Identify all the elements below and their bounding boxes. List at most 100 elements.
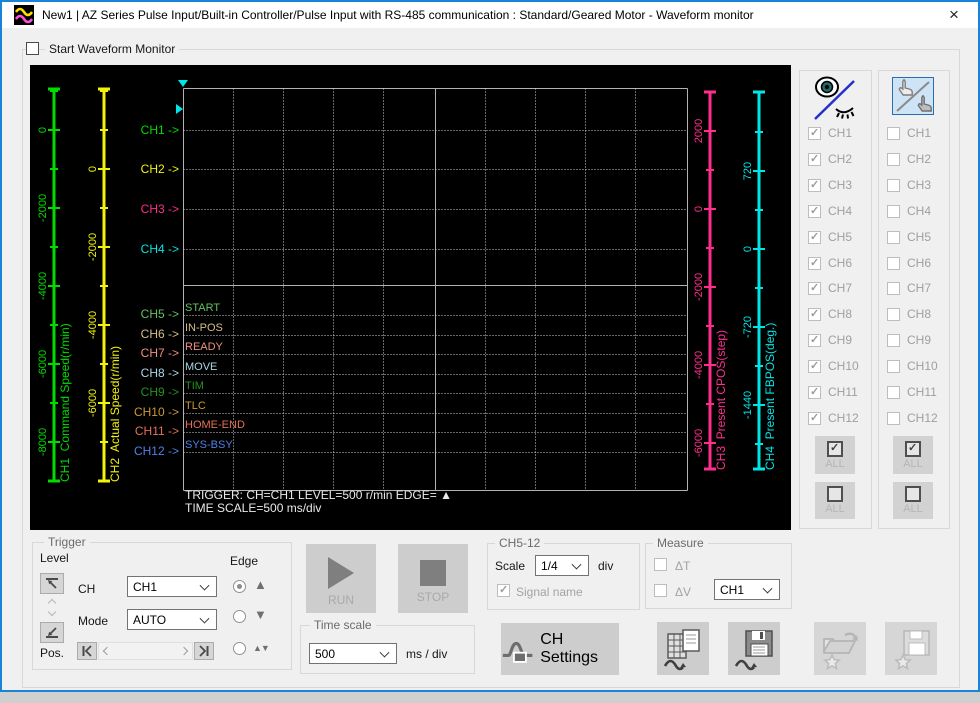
axis-tick-label: -1440: [742, 375, 754, 435]
signal-name-label: HOME-END: [185, 419, 245, 431]
axis-tick-label: -4000: [87, 295, 99, 355]
channel-checkbox[interactable]: [887, 308, 900, 321]
level-min-button[interactable]: [40, 622, 64, 643]
signal-name-label: IN-POS: [185, 322, 223, 334]
close-icon: ×: [949, 5, 959, 25]
chevron-down-icon: [200, 613, 210, 623]
channel-checkbox[interactable]: [887, 386, 900, 399]
axis-tick-label: -4000: [693, 335, 705, 395]
show-hide-eye-icon: [812, 73, 858, 123]
channel-label: CH12 ->: [113, 444, 179, 458]
edge-both-radio[interactable]: [233, 642, 246, 655]
save-settings-button[interactable]: [885, 622, 937, 675]
channel-checkbox[interactable]: [887, 257, 900, 270]
measure-channel-select[interactable]: CH1: [714, 579, 780, 600]
channel-label: CH10 ->: [113, 405, 179, 419]
channel-checkbox[interactable]: [887, 282, 900, 295]
channel-checkbox[interactable]: [887, 334, 900, 347]
channel-checkbox[interactable]: [887, 179, 900, 192]
start-waveform-monitor-checkbox[interactable]: [26, 42, 39, 55]
level-max-button[interactable]: [40, 573, 64, 594]
axis-title: CH1 Command Speed(r/min): [59, 88, 72, 482]
channel-checkbox[interactable]: [808, 127, 821, 140]
channel-checkbox[interactable]: [887, 412, 900, 425]
time-scale-caption: Time scale: [310, 619, 376, 631]
trigger-level-marker[interactable]: [176, 104, 183, 114]
signal-name-label: START: [185, 302, 220, 314]
channel-checkbox-label: CH11: [828, 386, 858, 399]
run-button[interactable]: RUN: [306, 544, 376, 613]
delta-t-checkbox[interactable]: [654, 558, 667, 571]
trigger-channel-select[interactable]: CH1: [127, 576, 217, 597]
axis-title: CH3 Present CPOS(step): [715, 91, 728, 470]
measure-caption: Measure: [653, 537, 708, 549]
chevron-down-icon: [572, 559, 582, 569]
ch-settings-button[interactable]: CH Settings: [501, 623, 619, 675]
axis-tick-label: -2000: [37, 178, 49, 238]
ch5-12-scale-select[interactable]: 1/4: [535, 555, 589, 576]
scroll-left-icon[interactable]: [102, 648, 108, 654]
chevron-down-icon: [200, 580, 210, 590]
channel-checkbox[interactable]: [808, 412, 821, 425]
visibility-uncheck-all-button[interactable]: ALL: [815, 482, 855, 519]
hand-drag-icon: [893, 78, 933, 114]
scroll-right-icon[interactable]: [181, 648, 187, 654]
ch5-12-caption: CH5-12: [495, 537, 544, 549]
channel-checkbox[interactable]: [808, 334, 821, 347]
channel-checkbox[interactable]: [887, 231, 900, 244]
edge-rising-radio[interactable]: [233, 580, 246, 593]
signal-name-checkbox[interactable]: [497, 584, 510, 597]
channel-label: CH5 ->: [113, 307, 179, 321]
channel-checkbox[interactable]: [887, 205, 900, 218]
axis-tick-label: -2000: [87, 217, 99, 277]
channel-drag-panel: ALL ALL CH1CH2CH3CH4CH5CH6CH7CH8CH9CH10C…: [878, 70, 950, 529]
stop-button[interactable]: STOP: [398, 544, 468, 613]
axis-tick-label: -720: [742, 297, 754, 357]
copy-waveform-data-button[interactable]: [657, 622, 709, 675]
channel-checkbox[interactable]: [808, 386, 821, 399]
pos-end-button[interactable]: [194, 642, 214, 660]
channel-checkbox[interactable]: [808, 360, 821, 373]
channel-checkbox[interactable]: [808, 282, 821, 295]
drag-mode-toggle-button[interactable]: [892, 77, 934, 115]
load-settings-button[interactable]: [814, 622, 866, 675]
channel-checkbox[interactable]: [808, 179, 821, 192]
ch5-12-scale-label: Scale: [495, 559, 525, 573]
unchecked-box-icon: [905, 486, 921, 502]
edge-falling-radio[interactable]: [233, 610, 246, 623]
drag-check-all-button[interactable]: ALL: [893, 436, 933, 474]
channel-checkbox[interactable]: [808, 205, 821, 218]
channel-checkbox-label: CH4: [907, 205, 931, 218]
axis-title: CH2 Actual Speed(r/min): [109, 88, 122, 482]
drag-uncheck-all-button[interactable]: ALL: [893, 482, 933, 519]
delta-v-checkbox[interactable]: [654, 584, 667, 597]
axis-title: CH4 Present FBPOS(deg.): [764, 91, 777, 470]
trigger-mode-select[interactable]: AUTO: [127, 609, 217, 630]
channel-checkbox[interactable]: [887, 127, 900, 140]
window-title: New1 | AZ Series Pulse Input/Built-in Co…: [42, 8, 754, 22]
edge-falling-icon: ▼: [254, 608, 267, 622]
level-down-spinner[interactable]: [48, 609, 56, 617]
axis-tick-label: -4000: [37, 256, 49, 316]
channel-checkbox[interactable]: [808, 308, 821, 321]
level-up-spinner[interactable]: [48, 598, 56, 606]
trigger-level-label: Level: [40, 551, 69, 565]
level-to-bottom-icon: [45, 626, 59, 639]
channel-label: CH2 ->: [113, 162, 179, 176]
channel-checkbox-label: CH8: [907, 308, 931, 321]
trigger-position-scrollbar[interactable]: [98, 642, 193, 660]
time-scale-select[interactable]: 500: [309, 643, 397, 664]
channel-checkbox[interactable]: [887, 360, 900, 373]
channel-checkbox[interactable]: [887, 153, 900, 166]
trigger-pos-label: Pos.: [40, 646, 64, 660]
save-waveform-data-button[interactable]: [728, 622, 780, 675]
trigger-position-marker[interactable]: [178, 80, 188, 87]
pos-home-button[interactable]: [77, 642, 97, 660]
close-button[interactable]: ×: [932, 2, 976, 28]
channel-checkbox[interactable]: [808, 153, 821, 166]
axis-tick-label: 0: [693, 179, 705, 239]
channel-checkbox[interactable]: [808, 257, 821, 270]
channel-checkbox[interactable]: [808, 231, 821, 244]
visibility-check-all-button[interactable]: ALL: [815, 436, 855, 474]
channel-checkbox-label: CH3: [828, 179, 852, 192]
